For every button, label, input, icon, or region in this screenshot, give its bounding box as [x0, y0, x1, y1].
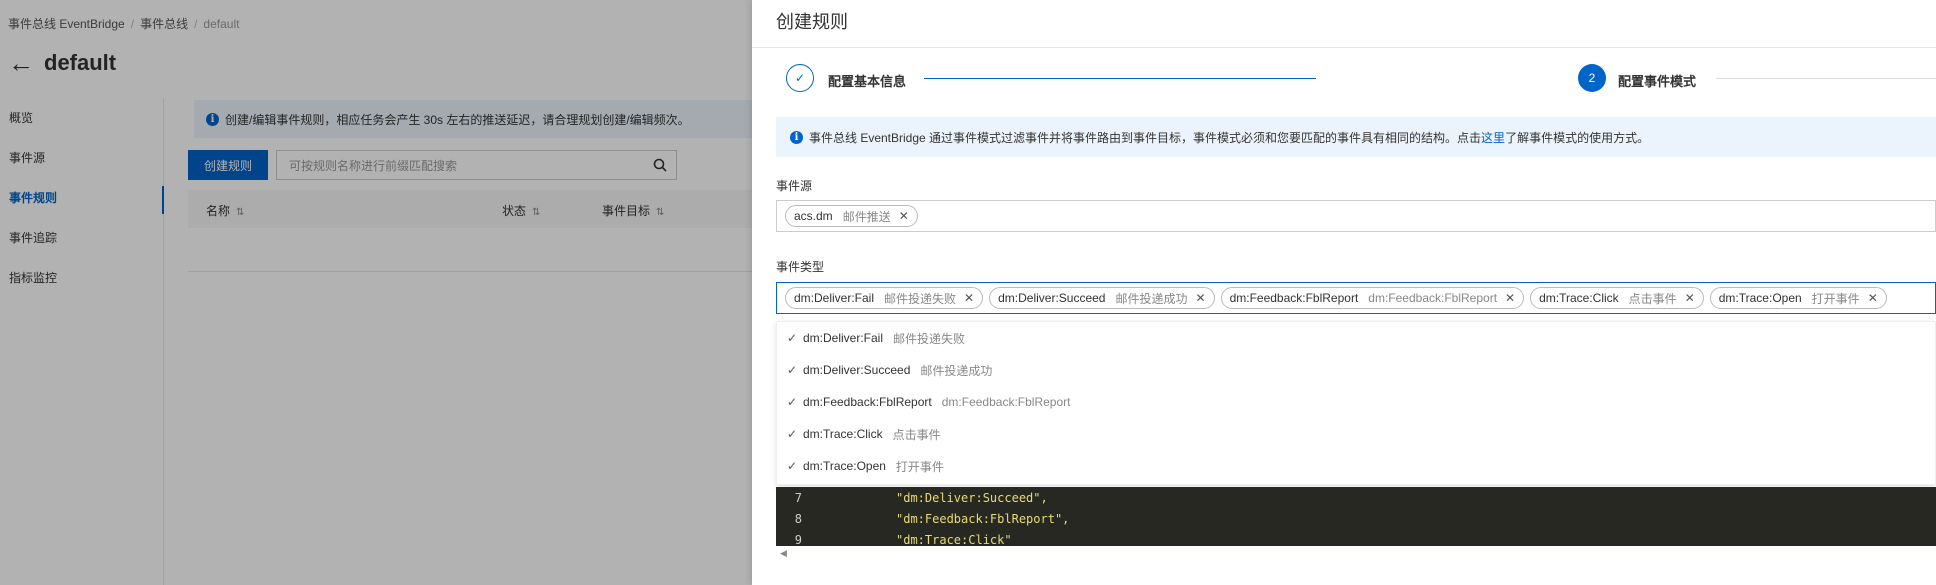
- info-icon: i: [790, 130, 803, 144]
- event-type-tag: dm:Trace:Click 点击事件 ✕: [1530, 287, 1704, 309]
- dropdown-option[interactable]: ✓ dm:Trace:Click 点击事件: [777, 418, 1935, 450]
- event-pattern-editor[interactable]: 7 "dm:Deliver:Succeed", 8 "dm:Feedback:Fbl…: [776, 487, 1936, 546]
- step-1-label: 配置基本信息: [828, 74, 907, 89]
- code-line: 7 "dm:Deliver:Succeed",: [794, 490, 1048, 505]
- create-rule-drawer: 创建规则 ✓ 配置基本信息 2 配置事件模式 i 事件总线 EventBridg…: [752, 0, 1936, 585]
- remove-tag-icon[interactable]: ✕: [1196, 291, 1206, 305]
- check-icon: ✓: [787, 459, 798, 473]
- step-1-check-icon: ✓: [786, 64, 814, 92]
- event-type-select[interactable]: dm:Deliver:Fail 邮件投递失败 ✕ dm:Deliver:Succee…: [776, 282, 1936, 314]
- horizontal-scrollbar[interactable]: ◀: [776, 546, 1936, 560]
- event-pattern-notice: i 事件总线 EventBridge 通过事件模式过滤事件并将事件路由到事件目标…: [776, 117, 1936, 157]
- code-line: 9 "dm:Trace:Click": [794, 532, 1012, 547]
- divider: [752, 47, 1936, 48]
- check-icon: ✓: [787, 395, 798, 409]
- event-source-label: 事件源: [776, 179, 813, 193]
- learn-more-link[interactable]: 这里: [1481, 131, 1505, 145]
- dropdown-option[interactable]: ✓ dm:Deliver:Succeed 邮件投递成功: [777, 354, 1935, 386]
- code-line: 8 "dm:Feedback:FblReport",: [794, 511, 1070, 526]
- event-source-select[interactable]: acs.dm 邮件推送 ✕: [776, 200, 1936, 232]
- remove-tag-icon[interactable]: ✕: [899, 209, 909, 223]
- remove-tag-icon[interactable]: ✕: [1505, 291, 1515, 305]
- dropdown-option[interactable]: ✓ dm:Deliver:Fail 邮件投递失败: [777, 322, 1935, 354]
- event-type-tag: dm:Deliver:Succeed 邮件投递成功 ✕: [989, 287, 1215, 309]
- notice-text: 事件总线 EventBridge 通过事件模式过滤事件并将事件路由到事件目标，事…: [809, 130, 1650, 145]
- check-icon: ✓: [787, 331, 798, 345]
- event-type-dropdown: ✓ dm:Deliver:Fail 邮件投递失败 ✓ dm:Deliver:Succe…: [776, 321, 1936, 485]
- event-type-tag: dm:Deliver:Fail 邮件投递失败 ✕: [785, 287, 984, 309]
- drawer-title: 创建规则: [776, 12, 848, 32]
- remove-tag-icon[interactable]: ✕: [964, 291, 974, 305]
- scroll-left-icon[interactable]: ◀: [780, 548, 787, 558]
- dropdown-option[interactable]: ✓ dm:Trace:Open 打开事件: [777, 450, 1935, 482]
- check-icon: ✓: [787, 363, 798, 377]
- modal-mask[interactable]: [0, 0, 752, 585]
- check-icon: ✓: [787, 427, 798, 441]
- event-type-tag: dm:Feedback:FblReport dm:Feedback:FblRepo…: [1220, 287, 1525, 309]
- event-type-tag: dm:Trace:Open 打开事件 ✕: [1709, 287, 1887, 309]
- step-2-label: 配置事件模式: [1618, 74, 1697, 89]
- remove-tag-icon[interactable]: ✕: [1685, 291, 1695, 305]
- remove-tag-icon[interactable]: ✕: [1868, 291, 1878, 305]
- step-connector: [1716, 78, 1936, 79]
- event-source-tag: acs.dm 邮件推送 ✕: [785, 205, 918, 227]
- event-type-label: 事件类型: [776, 260, 825, 274]
- step-connector: [924, 78, 1316, 79]
- step-2-number: 2: [1578, 64, 1606, 92]
- dropdown-option[interactable]: ✓ dm:Feedback:FblReport dm:Feedback:FblRep…: [777, 386, 1935, 418]
- steps: ✓ 配置基本信息 2 配置事件模式: [752, 64, 1936, 94]
